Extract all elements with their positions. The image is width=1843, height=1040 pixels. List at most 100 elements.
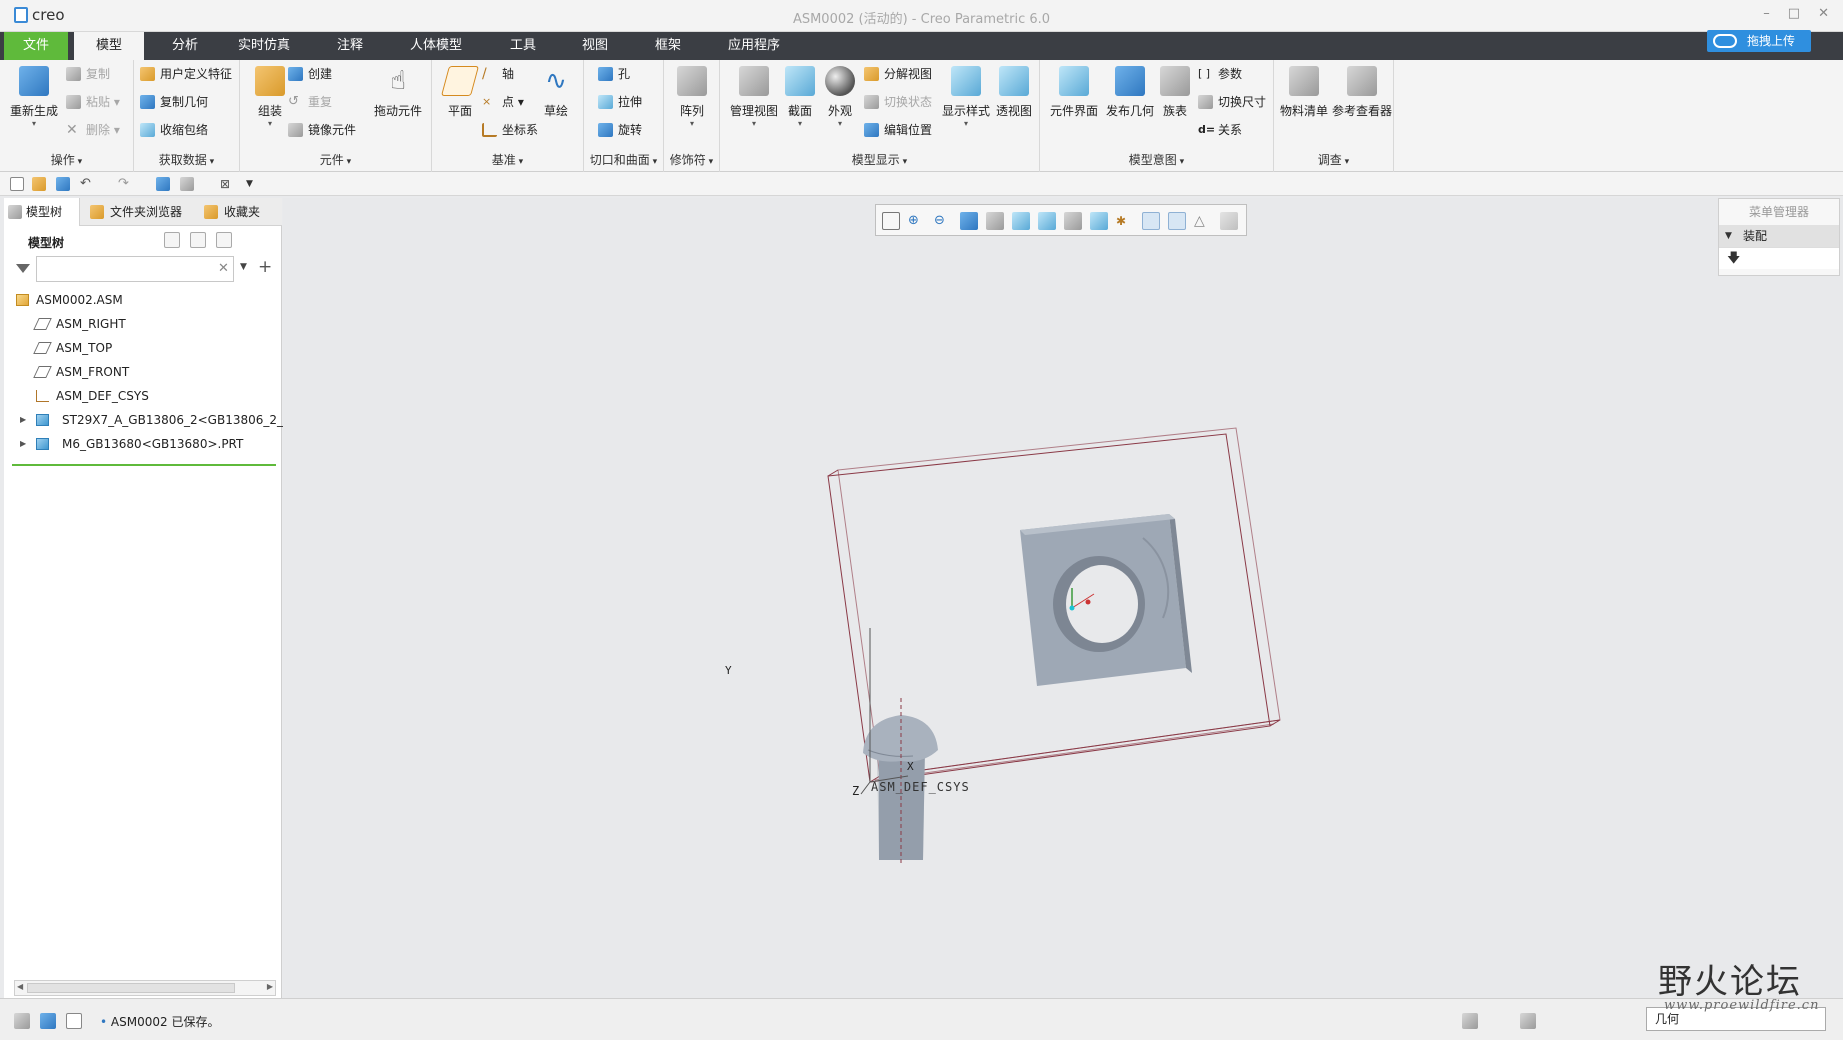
relations-button[interactable]: d= 关系	[1198, 120, 1242, 140]
tree-node-asm-top[interactable]: ASM_TOP	[4, 336, 282, 360]
tab-model-tree[interactable]: 模型树	[4, 198, 80, 226]
group-label-model-intent[interactable]: 模型意图	[1040, 151, 1273, 168]
menu-down-arrow-icon[interactable]	[1719, 247, 1839, 271]
tab-annotate[interactable]: 注释	[325, 32, 375, 60]
tab-applications[interactable]: 应用程序	[716, 32, 792, 60]
tab-tools[interactable]: 工具	[498, 32, 548, 60]
tree-node-asm-def-csys[interactable]: ASM_DEF_CSYS	[4, 384, 282, 408]
show-icon[interactable]	[190, 232, 206, 248]
tree-search-input[interactable]	[36, 256, 234, 282]
close-window-icon[interactable]: ⊠	[220, 177, 234, 191]
drag-comp-button[interactable]: ☝ 拖动元件	[370, 66, 426, 119]
scroll-thumb[interactable]	[27, 983, 235, 993]
group-label-cut-surface[interactable]: 切口和曲面	[584, 151, 663, 168]
extrude-button[interactable]: 拉伸	[598, 92, 642, 112]
revolve-button[interactable]: 旋转	[598, 120, 642, 140]
windows-icon[interactable]	[180, 177, 194, 191]
paste-button[interactable]: 粘贴 ▾	[66, 92, 120, 112]
tree-node-part-screw[interactable]: ▶ M6_GB13680<GB13680>.PRT	[4, 432, 282, 456]
tab-view[interactable]: 视图	[570, 32, 620, 60]
open-icon[interactable]	[32, 177, 46, 191]
group-label-model-display[interactable]: 模型显示	[720, 151, 1039, 168]
mirror-comp-button[interactable]: 镜像元件	[288, 120, 356, 140]
expand-icon[interactable]: ▶	[20, 408, 26, 432]
settings-icon[interactable]	[164, 232, 180, 248]
point-button[interactable]: × 点 ▾	[482, 92, 524, 112]
minimize-button[interactable]: –	[1763, 6, 1770, 21]
sketch-button[interactable]: ∿ 草绘	[528, 66, 584, 119]
parameters-button[interactable]: [ ] 参数	[1198, 64, 1242, 84]
filter-icon[interactable]	[16, 264, 30, 273]
plane-button[interactable]: 平面	[432, 66, 488, 119]
axis-button[interactable]: / 轴	[482, 64, 514, 84]
csys-button[interactable]: 坐标系	[482, 120, 538, 140]
group-label-get-data[interactable]: 获取数据	[134, 151, 239, 168]
group-label-datum[interactable]: 基准	[432, 151, 583, 168]
user-feature-button[interactable]: 用户定义特征	[140, 64, 232, 84]
shrinkwrap-button[interactable]: 收缩包络	[140, 120, 208, 140]
maximize-button[interactable]: □	[1788, 6, 1800, 21]
toggle-status-button[interactable]: 切换状态	[864, 92, 932, 112]
tab-manikin[interactable]: 人体模型	[398, 32, 474, 60]
family-table-button[interactable]: 族表	[1147, 66, 1203, 119]
customize-qat-icon[interactable]: ▼	[246, 177, 260, 191]
group-label-component[interactable]: 元件	[240, 151, 431, 168]
tab-analysis[interactable]: 分析	[160, 32, 210, 60]
tab-live-simulation[interactable]: 实时仿真	[226, 32, 302, 60]
tree-node-asm-front[interactable]: ASM_FRONT	[4, 360, 282, 384]
explode-view-button[interactable]: 分解视图	[864, 64, 932, 84]
appearance-button[interactable]: 外观 ▾	[812, 66, 868, 128]
regenerate-button[interactable]: 重新生成 ▾	[6, 66, 62, 128]
selection-icon[interactable]	[1520, 1013, 1536, 1029]
hole-button[interactable]: 孔	[598, 64, 630, 84]
tree-node-part-nut[interactable]: ▶ ST29X7_A_GB13806_2<GB13806_2_A	[4, 408, 291, 432]
new-icon[interactable]	[10, 177, 24, 191]
repeat-button[interactable]: ↺ 重复	[288, 92, 332, 112]
horizontal-scrollbar[interactable]: ◀ ▶	[14, 980, 276, 996]
scroll-right-icon[interactable]: ▶	[267, 982, 273, 991]
redo-icon[interactable]: ↷	[118, 177, 132, 191]
delete-button[interactable]: ✕ 删除 ▾	[66, 120, 120, 140]
search-dropdown-icon[interactable]: ▼	[240, 262, 247, 272]
copy-button[interactable]: 复制	[66, 64, 110, 84]
bom-button[interactable]: 物料清单	[1276, 66, 1332, 119]
tab-model[interactable]: 模型	[74, 32, 144, 60]
add-icon[interactable]: +	[258, 257, 272, 277]
expand-icon[interactable]: ▶	[20, 432, 26, 456]
fullscreen-icon[interactable]	[66, 1013, 82, 1029]
create-button[interactable]: 创建	[288, 64, 332, 84]
navigator-toggle-icon[interactable]	[14, 1013, 30, 1029]
tree-filter-icon[interactable]	[216, 232, 232, 248]
tab-favorites[interactable]: 收藏夹	[200, 198, 280, 226]
tree-node-asm[interactable]: ASM0002.ASM	[4, 288, 282, 312]
model-viewport[interactable]	[283, 198, 1843, 998]
save-icon[interactable]	[56, 177, 70, 191]
regenerate-qat-icon[interactable]	[156, 177, 170, 191]
find-icon[interactable]	[1462, 1013, 1478, 1029]
pattern-button[interactable]: 阵列 ▾	[664, 66, 720, 128]
graphics-window[interactable]: ⊕ ⊖ ✱ △ Y X Z ASM_DEF_CSYS	[283, 198, 1843, 998]
undo-icon[interactable]: ↶	[80, 177, 94, 191]
insert-here-indicator[interactable]	[12, 464, 276, 466]
group-label-operations[interactable]: 操作	[0, 151, 133, 168]
copy-geom-button[interactable]: 复制几何	[140, 92, 208, 112]
tree-node-asm-right[interactable]: ASM_RIGHT	[4, 312, 282, 336]
perspective-button[interactable]: 透视图	[986, 66, 1042, 119]
group-label-modifiers[interactable]: 修饰符	[664, 151, 719, 168]
clear-search-icon[interactable]: ✕	[218, 261, 229, 276]
group-label-investigate[interactable]: 调查	[1274, 151, 1393, 168]
tab-file[interactable]: 文件	[4, 32, 68, 60]
tab-framework[interactable]: 框架	[643, 32, 693, 60]
upload-button[interactable]: 拖拽上传	[1707, 30, 1811, 52]
scroll-left-icon[interactable]: ◀	[17, 982, 23, 991]
square-nut-part[interactable]	[1020, 514, 1192, 686]
close-button[interactable]: ✕	[1818, 6, 1829, 21]
browser-toggle-icon[interactable]	[40, 1013, 56, 1029]
comp-interface-button[interactable]: 元件界面	[1046, 66, 1102, 119]
switch-dims-button[interactable]: 切换尺寸	[1198, 92, 1266, 112]
part-icon	[36, 438, 49, 450]
menu-item-assembly[interactable]: 装配	[1719, 225, 1839, 247]
edit-position-button[interactable]: 编辑位置	[864, 120, 932, 140]
ref-viewer-button[interactable]: 参考查看器	[1332, 66, 1392, 119]
tab-folder-browser[interactable]: 文件夹浏览器	[86, 198, 196, 226]
